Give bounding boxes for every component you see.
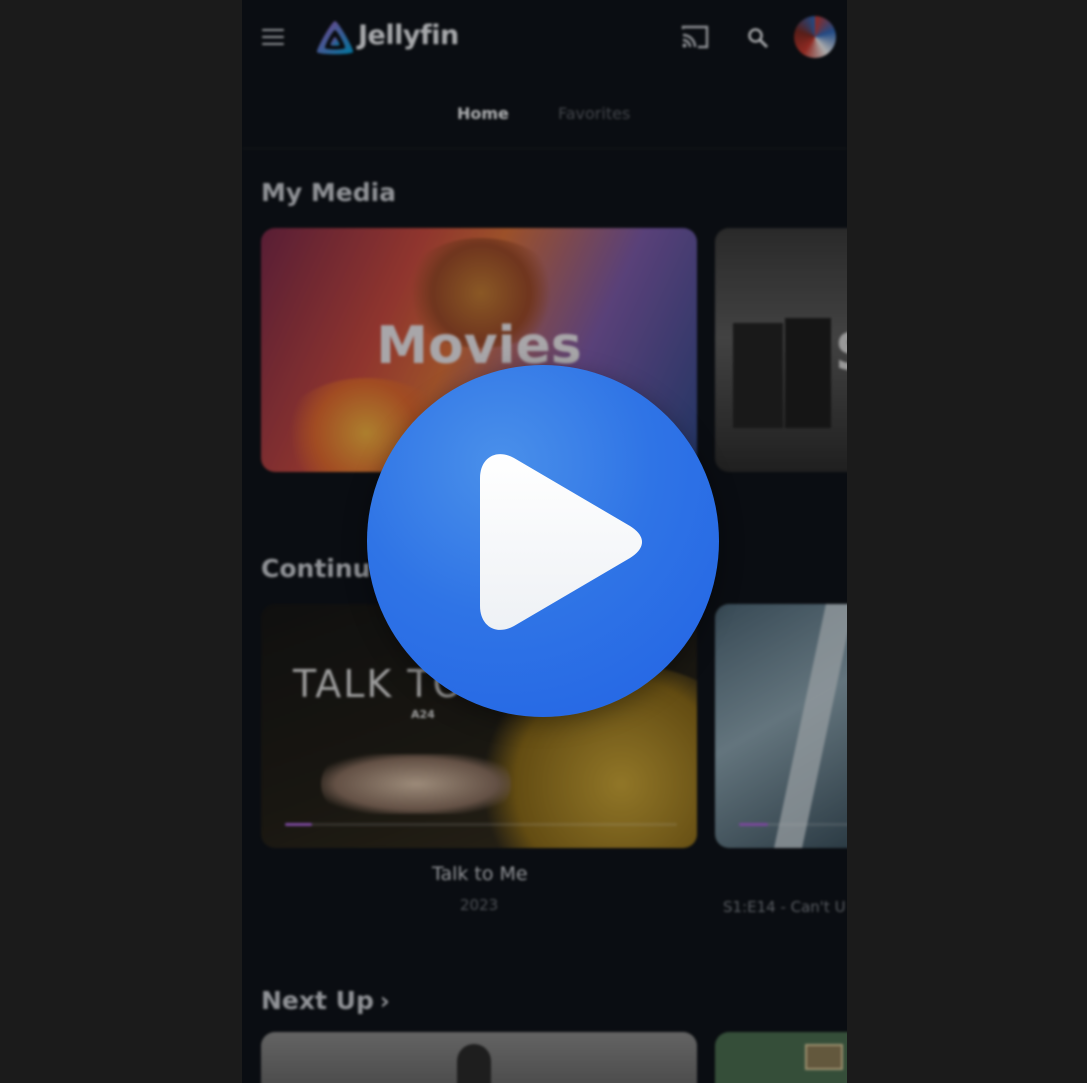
play-icon[interactable] [478, 450, 644, 632]
